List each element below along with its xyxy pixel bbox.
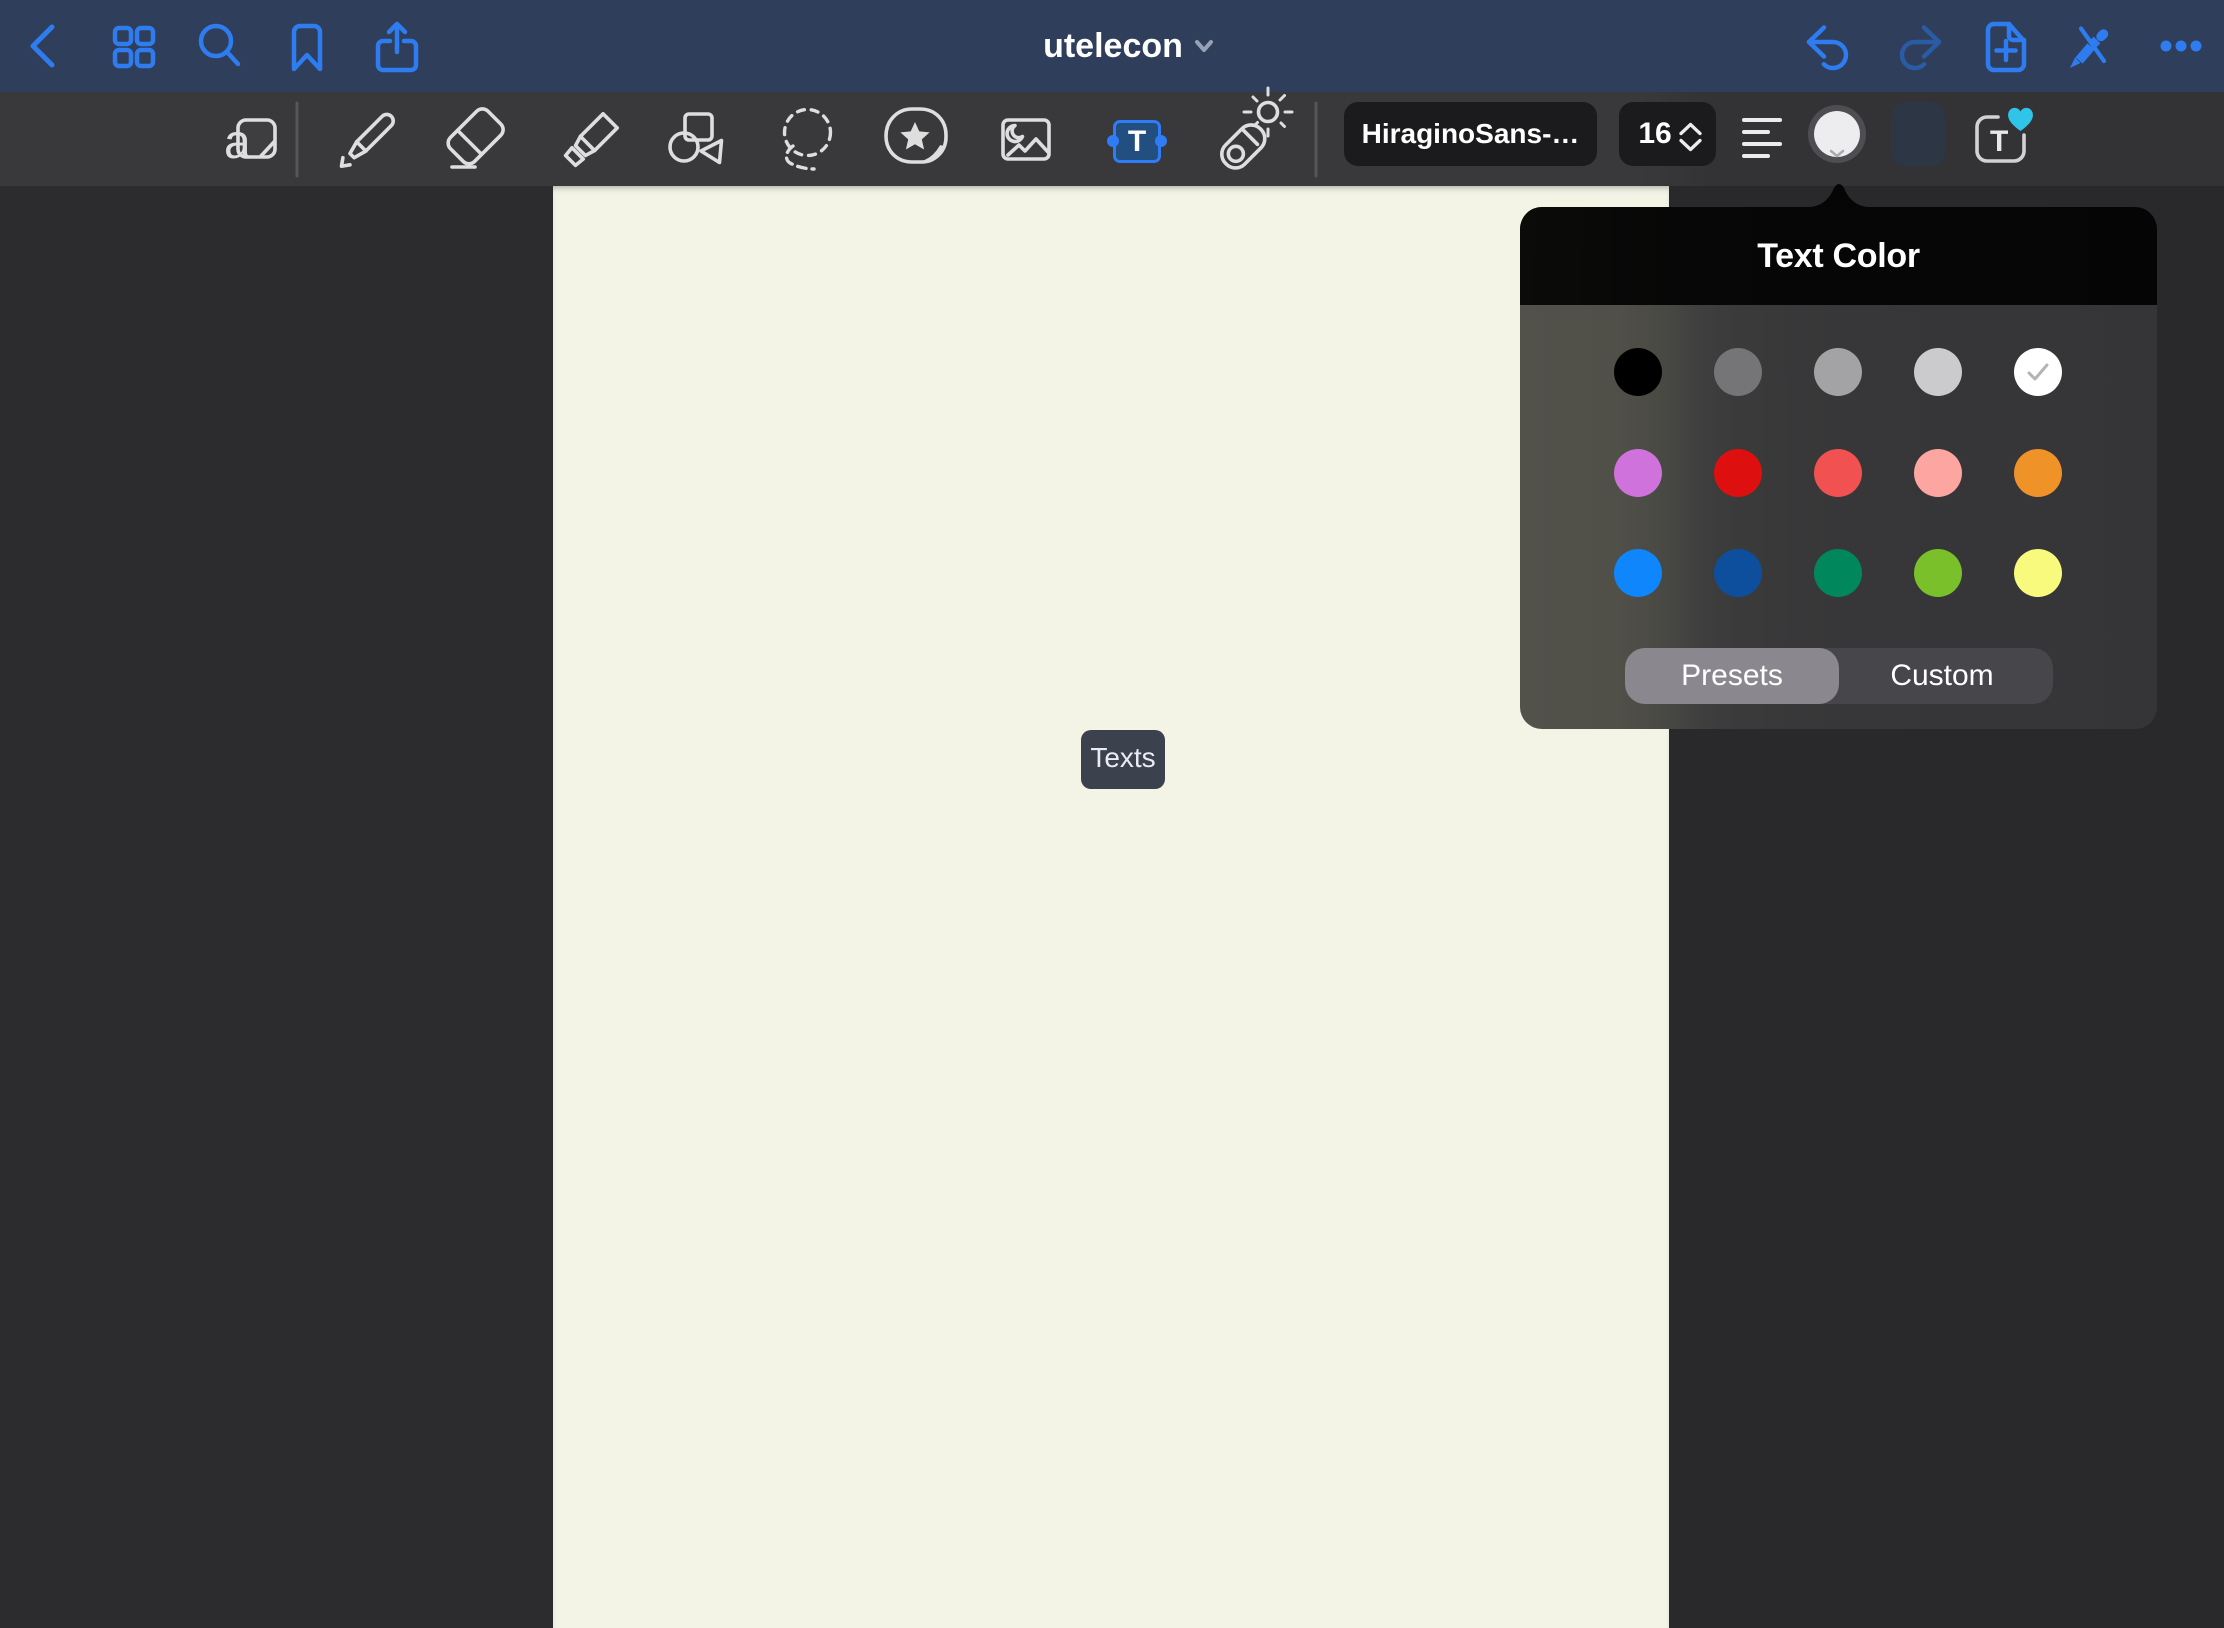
svg-text:a: a — [224, 116, 251, 169]
svg-text:T: T — [1990, 125, 2008, 158]
